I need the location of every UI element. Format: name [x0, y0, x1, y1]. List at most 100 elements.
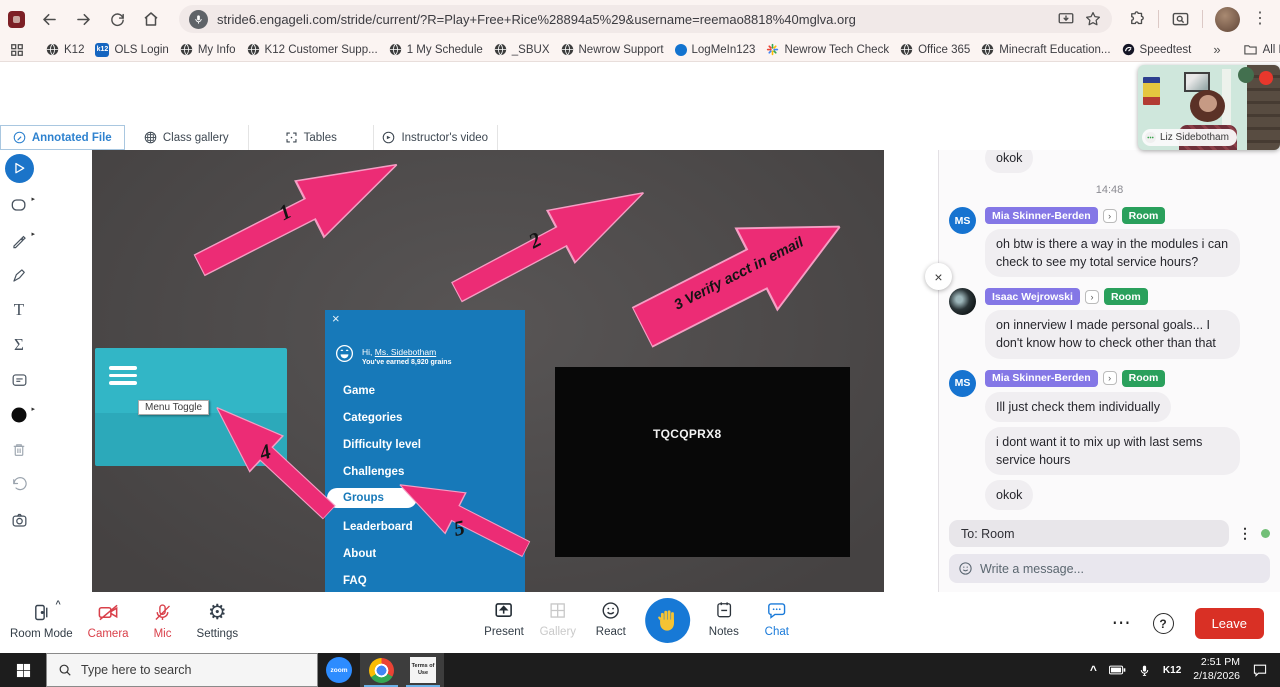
- camera-icon: [12, 513, 26, 527]
- globe-icon: [180, 43, 193, 56]
- wreath: [1238, 67, 1254, 83]
- battery-icon[interactable]: [1108, 664, 1126, 676]
- bookmark-ols-login[interactable]: k12 OLS Login: [95, 42, 169, 57]
- react-button[interactable]: React: [592, 597, 630, 638]
- action-center-icon[interactable]: [1252, 662, 1268, 678]
- all-bookmarks-button[interactable]: All Bookmarks: [1243, 42, 1280, 57]
- taskbar-app-chrome[interactable]: [360, 653, 402, 687]
- bookmark-k12[interactable]: K12: [46, 43, 84, 56]
- camera-button[interactable]: Camera: [88, 599, 129, 640]
- globe-icon: [982, 43, 994, 56]
- emoji-icon[interactable]: [958, 561, 973, 576]
- chat-messages[interactable]: i dont play games but i want to help MS …: [949, 150, 1270, 514]
- windows-logo-icon: [16, 663, 30, 677]
- leave-button[interactable]: Leave: [1194, 608, 1264, 639]
- url-bar[interactable]: stride6.engageli.com/stride/current/?R=P…: [179, 5, 1112, 33]
- color-picker-tool[interactable]: ▸: [6, 402, 35, 428]
- taskbar-app-terms[interactable]: Terms of Use: [402, 653, 444, 687]
- forward-chevron-icon: ›: [1102, 371, 1117, 385]
- pinned-extension-icon[interactable]: [8, 10, 25, 28]
- snapshot-tool[interactable]: [6, 507, 32, 533]
- equation-tool[interactable]: Σ: [6, 332, 32, 358]
- notes-button[interactable]: Notes: [705, 597, 743, 638]
- bookmark-newrow-tech-check[interactable]: Newrow Tech Check: [766, 43, 889, 56]
- bookmark-my-schedule[interactable]: 1 My Schedule: [389, 43, 483, 56]
- taskbar-app-zoom[interactable]: zoom: [318, 653, 360, 687]
- help-button[interactable]: ?: [1152, 613, 1174, 634]
- text-tool[interactable]: T: [6, 297, 32, 323]
- search-panel-icon[interactable]: [1171, 10, 1190, 29]
- gallery-button[interactable]: Gallery: [539, 597, 577, 638]
- bookmarks-overflow-chevron[interactable]: »: [1213, 42, 1220, 57]
- tray-mic-icon[interactable]: [1138, 664, 1151, 677]
- settings-button[interactable]: ⚙ Settings: [197, 599, 239, 641]
- bookmark-star-icon[interactable]: [1084, 10, 1102, 28]
- taskbar-search-input[interactable]: [81, 663, 306, 677]
- pen-tool[interactable]: ▸: [6, 227, 35, 253]
- tab-tables[interactable]: Tables: [249, 125, 374, 150]
- sender-badge[interactable]: Mia Skinner-Berden: [985, 369, 1098, 387]
- browser-menu-icon[interactable]: ⋮: [1252, 11, 1268, 27]
- freerice-item-faq: FAQ: [343, 575, 367, 587]
- self-video-tile[interactable]: Liz Sidebotham: [1138, 65, 1280, 150]
- divider: [1158, 10, 1159, 28]
- bookmark-my-info[interactable]: My Info: [180, 43, 236, 56]
- tray-expand-icon[interactable]: ^: [1090, 663, 1097, 677]
- tab-class-gallery[interactable]: Class gallery: [125, 125, 249, 150]
- reload-button[interactable]: [101, 4, 133, 34]
- recipient-selector[interactable]: To: Room: [949, 520, 1229, 547]
- meeting-controls-bar: ^ Room Mode Camera Mic ⚙ Settings Presen…: [0, 592, 1280, 653]
- sender-badge[interactable]: Mia Skinner-Berden: [985, 207, 1098, 224]
- chat-button[interactable]: Chat: [758, 597, 796, 638]
- group-code-box: TQCQPRX8: [555, 367, 850, 557]
- message-input[interactable]: [980, 561, 1261, 576]
- home-icon: [144, 12, 158, 26]
- message-input-row[interactable]: [949, 554, 1270, 583]
- pointer-tool[interactable]: [4, 154, 34, 183]
- install-app-icon[interactable]: [1057, 10, 1075, 28]
- close-chat-button[interactable]: ×: [925, 263, 952, 290]
- extensions-icon[interactable]: [1128, 10, 1146, 28]
- raise-hand-button[interactable]: [644, 598, 690, 643]
- shape-tool[interactable]: ▸: [6, 192, 35, 218]
- menu-toggle-tooltip: Menu Toggle: [138, 400, 210, 415]
- chat-bubble: on innerview I made personal goals... I …: [985, 310, 1240, 359]
- bookmark-speedtest[interactable]: Speedtest: [1122, 43, 1191, 56]
- room-badge[interactable]: Room: [1121, 207, 1166, 224]
- mic-glyph-icon: [195, 14, 202, 24]
- sticky-note-tool[interactable]: [6, 367, 32, 393]
- mic-button[interactable]: Mic: [144, 599, 182, 640]
- back-button[interactable]: [33, 4, 65, 34]
- taskbar-search[interactable]: [46, 653, 318, 687]
- more-options-icon[interactable]: ⋯: [1112, 614, 1132, 633]
- bookmark-sbux[interactable]: _SBUX: [494, 43, 550, 56]
- forward-button[interactable]: [67, 4, 99, 34]
- home-button[interactable]: [135, 4, 167, 34]
- bookmark-logmein[interactable]: LogMeIn123: [674, 43, 755, 56]
- freerice-item-game: Game: [343, 385, 375, 397]
- delete-tool[interactable]: [6, 437, 32, 463]
- back-arrow-icon: [42, 13, 56, 25]
- chat-options-icon[interactable]: ⋮: [1238, 525, 1252, 542]
- tab-instructors-video[interactable]: Instructor's video: [374, 125, 498, 150]
- annotated-slide[interactable]: Menu Toggle × Hi, Ms. Sidebotham You've …: [92, 150, 884, 592]
- site-info-icon[interactable]: [189, 9, 208, 29]
- tab-annotated-file[interactable]: Annotated File: [0, 125, 125, 150]
- sender-badge[interactable]: Isaac Wejrowski: [985, 288, 1080, 306]
- bookmark-k12-customer-support[interactable]: K12 Customer Supp...: [247, 43, 378, 56]
- start-button[interactable]: [0, 653, 46, 687]
- room-mode-button[interactable]: ^ Room Mode: [10, 599, 73, 640]
- undo-tool[interactable]: [6, 472, 32, 498]
- highlighter-tool[interactable]: [6, 262, 32, 288]
- tray-k12-label[interactable]: K12: [1163, 665, 1181, 676]
- present-button[interactable]: Present: [484, 597, 524, 638]
- bookmark-newrow-support[interactable]: Newrow Support: [561, 43, 664, 56]
- taskbar-clock[interactable]: 2:51 PM 2/18/2026: [1193, 656, 1240, 683]
- room-badge[interactable]: Room: [1121, 369, 1166, 387]
- room-badge[interactable]: Room: [1103, 288, 1148, 306]
- bookmark-office-365[interactable]: Office 365: [900, 43, 970, 56]
- bookmark-minecraft-education[interactable]: Minecraft Education...: [981, 43, 1111, 56]
- apps-grid-icon[interactable]: [10, 43, 24, 57]
- profile-avatar[interactable]: [1215, 6, 1240, 32]
- url-text[interactable]: stride6.engageli.com/stride/current/?R=P…: [217, 12, 1048, 27]
